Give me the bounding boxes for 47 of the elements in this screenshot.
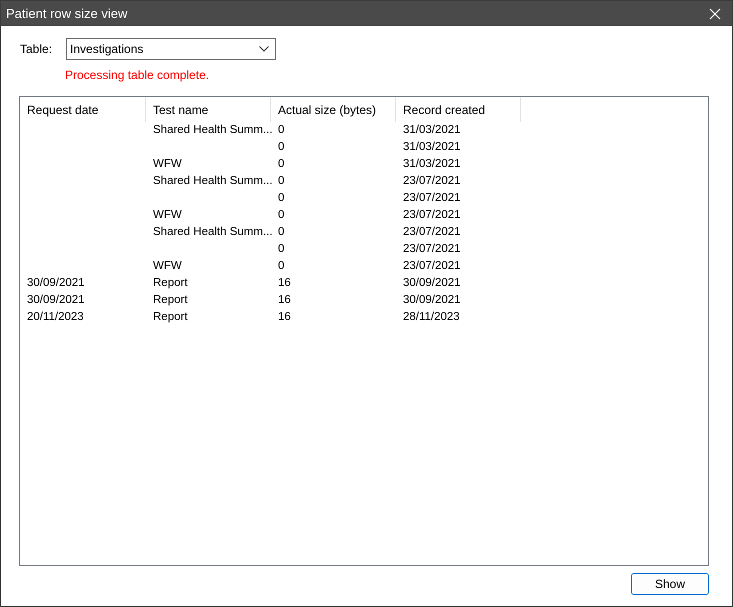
table-cell-text: 0 bbox=[278, 191, 284, 206]
table-cell-text: Shared Health Summ... bbox=[153, 225, 273, 240]
table-dropdown[interactable]: Investigations bbox=[66, 38, 276, 60]
table-cell-text: 23/07/2021 bbox=[403, 225, 461, 240]
window-title: Patient row size view bbox=[6, 6, 128, 21]
table-label: Table: bbox=[20, 42, 52, 56]
table-cell-text: Shared Health Summ... bbox=[153, 123, 273, 138]
table-cell-text: 23/07/2021 bbox=[403, 259, 461, 274]
table-cell-text: 0 bbox=[278, 208, 284, 223]
table-cell-text: 30/09/2021 bbox=[403, 276, 461, 291]
table-cell-text: 23/07/2021 bbox=[403, 242, 461, 257]
table-cell-text: 31/03/2021 bbox=[403, 157, 461, 172]
column-header[interactable]: Record created bbox=[396, 97, 521, 122]
table-cell-text: 0 bbox=[278, 123, 284, 138]
table-cell-text: 23/07/2021 bbox=[403, 191, 461, 206]
table-cell-text: 0 bbox=[278, 242, 284, 257]
table-cell-text: 0 bbox=[278, 157, 284, 172]
table-cell-text: 23/07/2021 bbox=[403, 174, 461, 189]
table-cell-text: 28/11/2023 bbox=[403, 310, 460, 325]
table-cell-text: WFW bbox=[153, 259, 182, 274]
table-cell-text: 23/07/2021 bbox=[403, 208, 461, 223]
table-cell-text: WFW bbox=[153, 157, 182, 172]
table-cell-text: 0 bbox=[278, 225, 284, 240]
table-cell-text: 20/11/2023 bbox=[27, 310, 84, 325]
table-cell-text: Report bbox=[153, 276, 188, 291]
table-cell-text: 16 bbox=[278, 276, 291, 291]
table-cell-text: 0 bbox=[278, 259, 284, 274]
status-message: Processing table complete. bbox=[65, 68, 210, 82]
table-cell-text: 31/03/2021 bbox=[403, 140, 461, 155]
table-cell-text: 30/09/2021 bbox=[27, 293, 85, 308]
table-cell-text: 30/09/2021 bbox=[27, 276, 85, 291]
table-cell-text: WFW bbox=[153, 208, 182, 223]
table-cell-text: 0 bbox=[278, 140, 284, 155]
table-cell-text: Shared Health Summ... bbox=[153, 174, 273, 189]
table-cell-text: 0 bbox=[278, 174, 284, 189]
column-header[interactable]: Actual size (bytes) bbox=[271, 97, 396, 122]
column-header[interactable]: Test name bbox=[146, 97, 271, 122]
table-cell-text: 31/03/2021 bbox=[403, 123, 461, 138]
table-cell-text: 16 bbox=[278, 310, 291, 325]
column-header[interactable]: Request date bbox=[20, 97, 146, 122]
table-cell-text: Report bbox=[153, 310, 188, 325]
table-cell-text: 16 bbox=[278, 293, 291, 308]
chevron-down-icon bbox=[259, 46, 270, 52]
show-button[interactable]: Show bbox=[631, 573, 709, 595]
close-icon bbox=[709, 8, 721, 20]
table-cell-text: 30/09/2021 bbox=[403, 293, 461, 308]
table-cell-text: Report bbox=[153, 293, 188, 308]
